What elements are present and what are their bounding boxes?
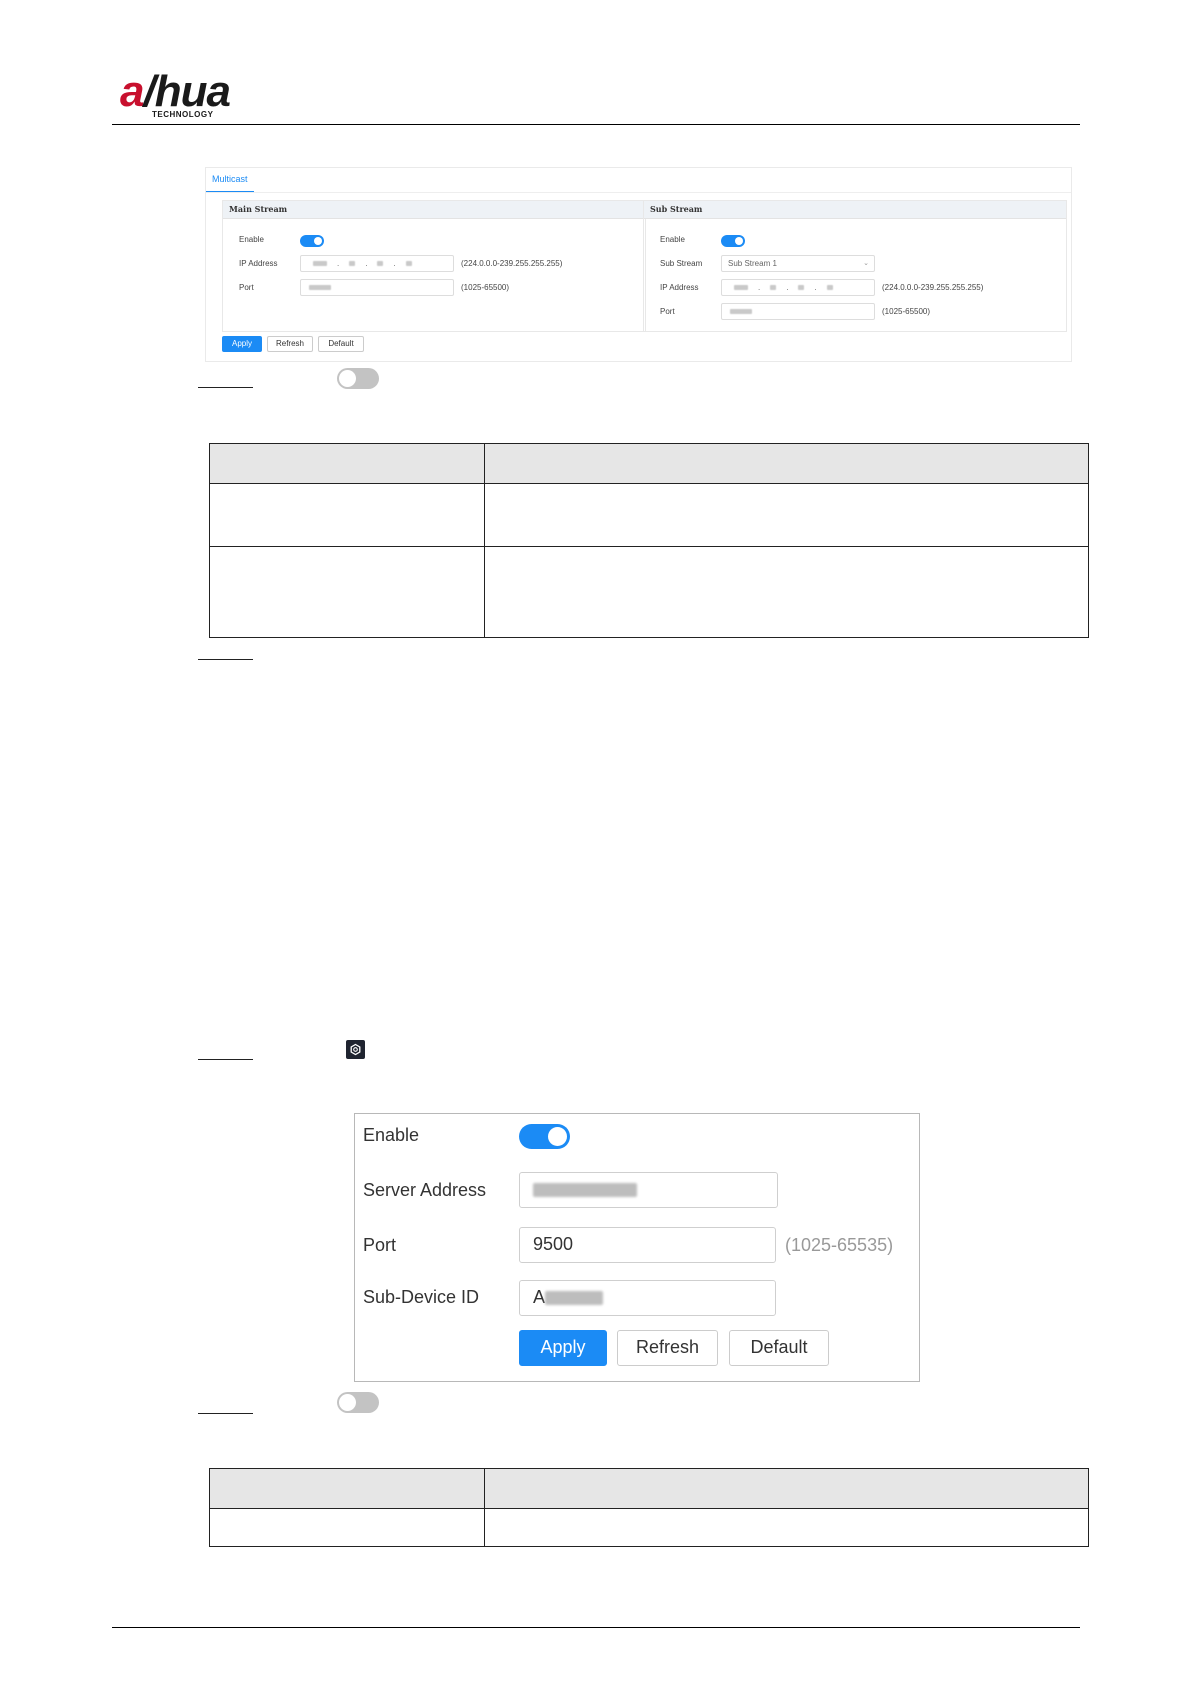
main-port-label: Port [239,283,254,292]
chevron-down-icon: ⌄ [863,260,869,267]
step-marker-1 [198,387,253,388]
multicast-default-button[interactable]: Default [318,336,364,352]
header-rule [112,124,1080,125]
enable-toggle[interactable] [519,1124,570,1149]
step-marker-2 [198,659,253,660]
table-header-cell [484,443,1089,484]
sub-device-id-label: Sub-Device ID [363,1287,480,1307]
server-address-label: Server Address [363,1180,487,1200]
refresh-button[interactable]: Refresh [617,1330,718,1366]
sub-stream-value: Sub Stream 1 [728,259,777,268]
parameter-table-1 [209,443,1089,638]
sub-stream-label: Sub Stream [660,259,703,268]
sub-enable-label: Enable [660,235,685,244]
default-button[interactable]: Default [729,1330,829,1366]
port-input[interactable]: 9500 [519,1227,776,1263]
dahua-logo: a/hua TECHNOLOGY [120,67,231,120]
step-marker-3 [198,1059,253,1060]
tab-multicast[interactable]: Multicast [206,172,254,192]
table-cell [209,546,485,638]
main-enable-label: Enable [239,235,264,244]
step-marker-4 [198,1413,253,1414]
server-address-input[interactable] [519,1172,778,1208]
sub-port-range: (1025-65500) [882,307,931,316]
enable-label: Enable [363,1125,420,1145]
tab-divider [206,192,1071,193]
main-stream-panel: Main Stream Enable IP Address ... (224.0… [222,200,646,332]
sub-stream-select[interactable]: Sub Stream 1 ⌄ [721,255,875,272]
sub-ip-range: (224.0.0.0-239.255.255.255) [882,283,984,292]
config-screenshot: Enable Server Address Port 9500 (1025-65… [354,1113,920,1382]
toggle-off-icon [337,368,379,389]
toggle-off-icon [337,1392,379,1413]
sub-ip-label: IP Address [660,283,699,292]
multicast-apply-button[interactable]: Apply [222,336,262,352]
table-cell [484,483,1089,547]
table-cell [209,1508,485,1547]
main-enable-toggle[interactable] [300,235,324,247]
port-label: Port [363,1235,397,1255]
sub-port-input[interactable] [721,303,875,320]
table-header-cell [209,443,485,484]
port-range: (1025-65535) [785,1235,894,1255]
sub-stream-panel: Sub Stream Enable Sub Stream Sub Stream … [643,200,1067,332]
multicast-screenshot: Multicast Main Stream Enable IP Address … [205,167,1072,362]
sub-stream-title: Sub Stream [644,201,1066,219]
sub-enable-toggle[interactable] [721,235,745,247]
main-ip-range: (224.0.0.0-239.255.255.255) [461,259,563,268]
sub-device-id-input[interactable]: A [519,1280,776,1316]
main-ip-label: IP Address [239,259,278,268]
table-header-cell [209,1468,485,1509]
sub-ip-input[interactable]: ... [721,279,875,296]
table-cell [484,1508,1089,1547]
footer-rule [112,1627,1080,1628]
main-port-input[interactable] [300,279,454,296]
table-header-cell [484,1468,1089,1509]
gear-icon [346,1040,365,1059]
multicast-refresh-button[interactable]: Refresh [267,336,313,352]
main-stream-title: Main Stream [223,201,645,219]
table-cell [484,546,1089,638]
apply-button[interactable]: Apply [519,1330,607,1366]
main-port-range: (1025-65500) [461,283,510,292]
table-cell [209,483,485,547]
main-ip-input[interactable]: ... [300,255,454,272]
parameter-table-2 [209,1468,1089,1547]
sub-port-label: Port [660,307,675,316]
